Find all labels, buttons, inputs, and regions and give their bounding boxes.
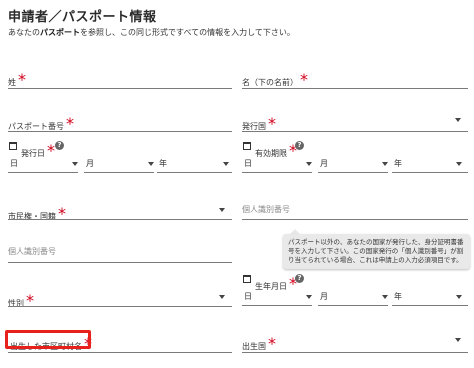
birth-year-select[interactable]: 年	[394, 291, 402, 302]
gender-line	[8, 306, 232, 307]
birth-country-label: 出生国	[242, 342, 266, 351]
calendar-icon	[243, 142, 251, 150]
expiry-month-line	[318, 172, 388, 173]
chevron-down-icon[interactable]	[306, 162, 312, 166]
chevron-down-icon[interactable]	[72, 162, 78, 166]
chevron-down-icon[interactable]	[455, 118, 461, 122]
subtitle-text-post: を参照し、この同じ形式ですべての情報を入力して下さい。	[80, 28, 295, 37]
personal-id-tooltip: パスポート以外の、あなたの国家が発行した、身分証明書番号を入力して下さい。この国…	[283, 234, 470, 269]
given-name-label: 名（下の名前）	[242, 78, 298, 87]
surname-input-line[interactable]	[8, 88, 232, 89]
subtitle-text-pre: あなたの	[8, 28, 40, 37]
page-subtitle: あなたのパスポートを参照し、この同じ形式ですべての情報を入力して下さい。	[8, 27, 295, 38]
help-icon[interactable]: ?	[55, 141, 64, 150]
expiry-date-header: 有効期限 *	[255, 141, 297, 160]
calendar-icon	[9, 142, 17, 150]
personal-id-left-line	[8, 262, 232, 263]
nationality-line	[8, 219, 232, 220]
required-marker: *	[47, 141, 55, 160]
expiry-year-line	[392, 172, 468, 173]
expiry-date-label: 有効期限	[255, 149, 287, 158]
chevron-down-icon[interactable]	[382, 162, 388, 166]
birth-country-line	[242, 352, 468, 353]
personal-id-input-left[interactable]: 個人識別番号	[8, 246, 56, 257]
required-marker: *	[300, 70, 308, 89]
chevron-down-icon[interactable]	[455, 338, 461, 342]
required-marker: *	[18, 70, 26, 89]
chevron-down-icon[interactable]	[219, 208, 225, 212]
given-name-input-line[interactable]	[242, 88, 468, 89]
highlight-box	[5, 330, 91, 349]
expiry-month-select[interactable]: 月	[320, 158, 328, 169]
issue-date-header: 発行日 *	[21, 141, 55, 160]
chevron-down-icon[interactable]	[219, 295, 225, 299]
birth-month-line	[318, 305, 388, 306]
issue-month-line	[84, 172, 154, 173]
page-title: 申請者／パスポート情報	[8, 10, 157, 25]
birth-day-line	[242, 305, 312, 306]
calendar-icon	[243, 275, 251, 283]
required-marker: *	[58, 204, 66, 223]
chevron-down-icon[interactable]	[223, 162, 229, 166]
passport-number-label: パスポート番号	[8, 122, 64, 131]
chevron-down-icon[interactable]	[456, 162, 462, 166]
given-name-field[interactable]: 名（下の名前） *	[242, 70, 308, 89]
expiry-day-line	[242, 172, 312, 173]
birth-date-header: 生年月日 *	[255, 274, 297, 293]
help-icon[interactable]: ?	[295, 274, 304, 283]
subtitle-text-bold: パスポート	[40, 28, 80, 37]
issue-date-label: 発行日	[21, 149, 45, 158]
personal-id-right-line	[242, 219, 468, 220]
chevron-down-icon[interactable]	[148, 162, 154, 166]
chevron-down-icon[interactable]	[456, 295, 462, 299]
birth-month-select[interactable]: 月	[320, 291, 328, 302]
issue-year-select[interactable]: 年	[159, 158, 167, 169]
surname-field[interactable]: 姓 *	[8, 70, 26, 89]
personal-id-input-right[interactable]: 個人識別番号	[242, 204, 290, 215]
expiry-day-select[interactable]: 日	[244, 158, 252, 169]
issue-month-select[interactable]: 月	[86, 158, 94, 169]
nationality-select[interactable]: 市民権・国籍 *	[8, 204, 66, 223]
birth-year-line	[392, 305, 468, 306]
issuing-country-line	[242, 131, 468, 132]
birth-country-select[interactable]: 出生国 *	[242, 334, 276, 353]
issue-day-line	[8, 172, 78, 173]
required-marker: *	[268, 334, 276, 353]
help-icon[interactable]: ?	[295, 141, 304, 150]
issue-day-select[interactable]: 日	[10, 158, 18, 169]
chevron-down-icon[interactable]	[306, 295, 312, 299]
issuing-country-label: 発行国	[242, 122, 266, 131]
expiry-year-select[interactable]: 年	[394, 158, 402, 169]
birth-city-input-line[interactable]	[8, 352, 232, 353]
birth-date-label: 生年月日	[255, 282, 287, 291]
chevron-down-icon[interactable]	[382, 295, 388, 299]
passport-number-input-line[interactable]	[8, 131, 232, 132]
surname-label: 姓	[8, 78, 16, 87]
birth-day-select[interactable]: 日	[244, 291, 252, 302]
gender-select[interactable]: 性別 *	[8, 291, 34, 310]
issue-year-line	[157, 172, 232, 173]
required-marker: *	[26, 291, 34, 310]
